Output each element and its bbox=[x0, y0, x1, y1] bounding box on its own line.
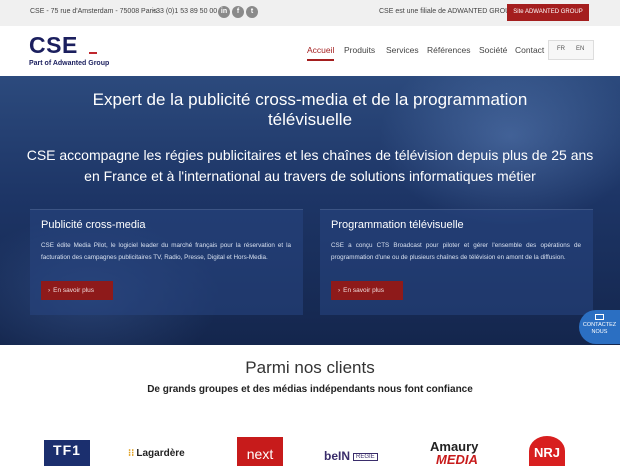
learn-more-button[interactable]: › En savoir plus bbox=[331, 281, 403, 300]
company-phone[interactable]: +33 (0)1 53 89 50 00 bbox=[152, 8, 217, 15]
card-cross-media: Publicité cross-media CSE édite Media Pi… bbox=[30, 209, 303, 315]
company-address: CSE - 75 rue d'Amsterdam - 75008 Paris bbox=[30, 8, 158, 15]
chevron-right-icon: › bbox=[48, 287, 51, 294]
nav-references[interactable]: Références bbox=[427, 45, 470, 55]
subsidiary-note: CSE est une filiale de ADWANTED GROUP bbox=[379, 8, 515, 15]
card-text: CSE a conçu CTS Broadcast pour piloter e… bbox=[331, 242, 581, 261]
hero-title: Expert de la publicité cross-media et de… bbox=[92, 90, 528, 129]
bein-regie-badge: REGIE bbox=[353, 452, 378, 461]
clients-subtitle: De grands groupes et des médias indépend… bbox=[147, 384, 473, 395]
card-title: Publicité cross-media bbox=[41, 219, 146, 231]
next-logo[interactable]: next bbox=[237, 437, 283, 466]
lagardere-logo-text: Lagardère bbox=[136, 448, 185, 459]
adwanted-site-button[interactable]: Site ADWANTED GROUP bbox=[507, 4, 589, 21]
twitter-icon[interactable]: t bbox=[246, 6, 258, 18]
chevron-right-icon: › bbox=[338, 287, 341, 294]
logo-underscore bbox=[89, 52, 97, 54]
nav-services[interactable]: Services bbox=[386, 45, 419, 55]
lagardere-dots-icon: ⁝⁝ bbox=[128, 448, 135, 459]
amaury-media-logo[interactable]: Amaury MEDIA bbox=[430, 440, 478, 466]
clients-title: Parmi nos clients bbox=[245, 358, 375, 377]
lagardere-publicite-logo[interactable]: ⁝⁝ Lagardère bbox=[128, 448, 185, 459]
tf1-logo-text: TF1 bbox=[53, 442, 81, 458]
learn-more-button[interactable]: › En savoir plus bbox=[41, 281, 113, 300]
contact-tab-line1: CONTACTEZ bbox=[582, 322, 617, 328]
next-logo-text: next bbox=[246, 446, 274, 462]
contact-tab-line2: NOUS bbox=[591, 329, 608, 335]
card-title: Programmation télévisuelle bbox=[331, 219, 464, 231]
nrj-logo[interactable]: NRJ bbox=[529, 436, 565, 466]
nav-accueil[interactable]: Accueil bbox=[307, 45, 334, 55]
tf1-publicite-logo[interactable]: TF1 bbox=[44, 440, 90, 466]
facebook-icon[interactable]: f bbox=[232, 6, 244, 18]
nrj-logo-text: NRJ bbox=[533, 445, 560, 460]
nav-societe[interactable]: Société bbox=[479, 45, 507, 55]
site-header: CSE Part of Adwanted Group Accueil Produ… bbox=[0, 26, 620, 76]
amaury-media-text: MEDIA bbox=[436, 452, 478, 466]
nav-contact[interactable]: Contact bbox=[515, 45, 544, 55]
nav-produits[interactable]: Produits bbox=[344, 45, 375, 55]
hero-subtitle: CSE accompagne les régies publicitaires … bbox=[26, 147, 594, 184]
language-switcher: FR EN bbox=[548, 40, 594, 60]
button-label: En savoir plus bbox=[53, 287, 94, 294]
hero-banner: Expert de la publicité cross-media et de… bbox=[0, 76, 620, 345]
card-programmation: Programmation télévisuelle CSE a conçu C… bbox=[320, 209, 593, 315]
nav-active-indicator bbox=[307, 59, 334, 61]
bein-regie-logo[interactable]: beIN REGIE bbox=[324, 449, 378, 463]
linkedin-icon[interactable]: in bbox=[218, 6, 230, 18]
card-text: CSE édite Media Pilot, le logiciel leade… bbox=[41, 242, 291, 261]
contact-us-tab[interactable]: CONTACTEZ NOUS bbox=[579, 310, 620, 344]
logo-tagline: Part of Adwanted Group bbox=[29, 60, 110, 67]
bein-logo-text: beIN bbox=[324, 449, 351, 463]
envelope-icon bbox=[595, 314, 604, 320]
flag-uk-icon[interactable]: EN bbox=[576, 46, 584, 52]
top-bar: CSE - 75 rue d'Amsterdam - 75008 Paris +… bbox=[0, 0, 620, 26]
button-label: En savoir plus bbox=[343, 287, 384, 294]
flag-fr-icon[interactable]: FR bbox=[557, 46, 565, 52]
cse-logo[interactable]: CSE bbox=[29, 32, 78, 59]
